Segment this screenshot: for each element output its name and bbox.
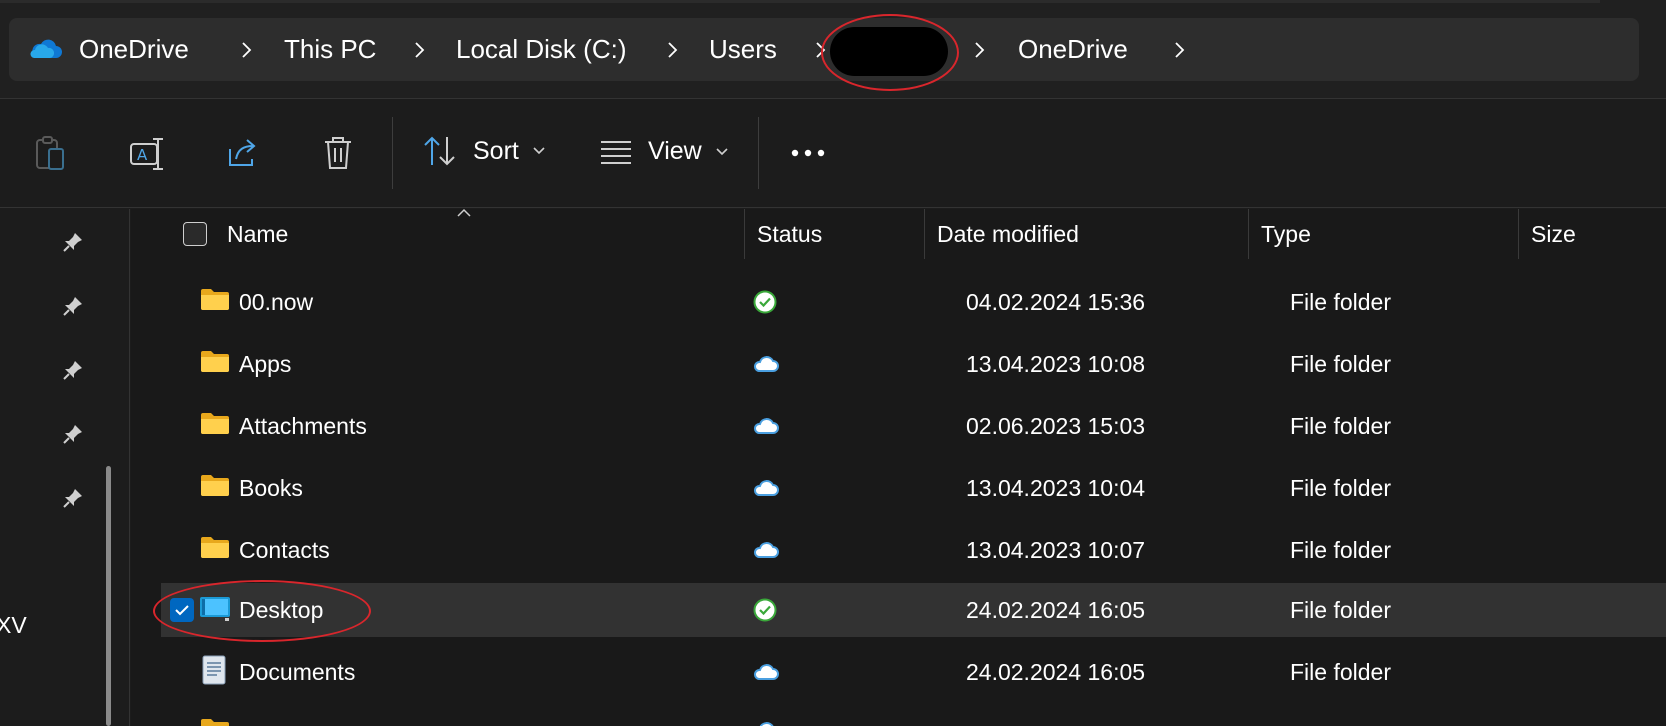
- pin-icon[interactable]: [62, 487, 84, 514]
- column-divider[interactable]: [1248, 209, 1249, 259]
- file-row[interactable]: Apps 13.04.2023 10:08 File folder: [160, 337, 1666, 391]
- breadcrumb-this-pc[interactable]: This PC: [284, 18, 376, 81]
- file-type: File folder: [1290, 475, 1391, 501]
- file-date: 13.04.2023 10:07: [966, 537, 1146, 563]
- file-date: 04.02.2024 15:36: [966, 289, 1146, 315]
- file-type: File folder: [1290, 351, 1391, 377]
- file-date: 02.06.2023 15:03: [966, 413, 1146, 439]
- file-name: Books: [239, 475, 303, 501]
- paste-icon[interactable]: [34, 135, 66, 173]
- file-row[interactable]: Documents 24.02.2024 16:05 File folder: [160, 645, 1666, 699]
- more-icon[interactable]: [791, 149, 825, 157]
- file-type: File folder: [1290, 289, 1391, 315]
- view-button[interactable]: View: [600, 137, 728, 166]
- cloud-only-icon: [753, 541, 779, 564]
- column-divider[interactable]: [924, 209, 925, 259]
- annotation-circle: [153, 580, 371, 642]
- title-strip: [0, 0, 1600, 3]
- chevron-down-icon: [533, 147, 545, 155]
- pin-icon[interactable]: [62, 359, 84, 386]
- sort-icon: [424, 136, 455, 166]
- toolbar-separator: [758, 117, 759, 189]
- folder-icon: [200, 535, 230, 564]
- select-all-checkbox[interactable]: [183, 222, 207, 246]
- file-name: Apps: [239, 351, 292, 377]
- command-bar: A Sort View: [0, 98, 1666, 208]
- file-row[interactable]: Contacts 13.04.2023 10:07 File folder: [160, 523, 1666, 577]
- file-list: Name Status Date modified Type Size 00.n…: [131, 208, 1666, 726]
- chevron-right-icon[interactable]: [240, 18, 252, 81]
- file-name: Attachments: [239, 413, 367, 439]
- file-date: 24.02.2024 16:05: [966, 659, 1146, 685]
- pin-icon[interactable]: [62, 423, 84, 450]
- chevron-right-icon[interactable]: [413, 18, 425, 81]
- column-header-row: Name Status Date modified Type Size: [131, 208, 1666, 259]
- file-row[interactable]: 00.now 04.02.2024 15:36 File folder: [160, 275, 1666, 329]
- file-date: 24.02.2024 16:05: [966, 597, 1146, 623]
- synced-check-icon: [753, 290, 777, 319]
- svg-text:A: A: [137, 146, 148, 164]
- file-name: Contacts: [239, 537, 330, 563]
- pin-icon[interactable]: [62, 295, 84, 322]
- breadcrumb-local-disk[interactable]: Local Disk (C:): [456, 18, 626, 81]
- file-type: File folder: [1290, 597, 1391, 623]
- toolbar-separator: [392, 117, 393, 189]
- column-divider[interactable]: [1518, 209, 1519, 259]
- nav-scrollbar[interactable]: [106, 466, 111, 726]
- folder-icon: [200, 717, 230, 726]
- file-name: 00.now: [239, 289, 314, 315]
- address-region: OneDrive This PC Local Disk (C:) Users O…: [0, 0, 1666, 98]
- file-type: File folder: [1290, 659, 1391, 685]
- column-name[interactable]: Name: [227, 209, 288, 259]
- folder-icon: [200, 473, 230, 502]
- folder-icon: [200, 349, 230, 378]
- sort-ascending-icon: [457, 205, 471, 223]
- folder-icon: [200, 287, 230, 316]
- sort-button[interactable]: Sort: [423, 135, 545, 167]
- onedrive-cloud-icon: [30, 38, 62, 65]
- annotation-circle: [821, 14, 959, 91]
- file-row[interactable]: Books 13.04.2023 10:04 File folder: [160, 461, 1666, 515]
- breadcrumb-users[interactable]: Users: [709, 18, 777, 81]
- chevron-down-icon: [716, 147, 728, 155]
- cloud-only-icon: [753, 417, 779, 440]
- delete-icon[interactable]: [322, 135, 354, 171]
- file-row-partial[interactable]: [160, 705, 1666, 726]
- file-type: File folder: [1290, 537, 1391, 563]
- column-divider[interactable]: [744, 209, 745, 259]
- file-name: Documents: [239, 659, 356, 685]
- file-date: 13.04.2023 10:08: [966, 351, 1146, 377]
- view-label: View: [648, 137, 702, 165]
- breadcrumb-onedrive[interactable]: OneDrive: [79, 18, 189, 81]
- cloud-only-icon: [753, 663, 779, 686]
- column-status[interactable]: Status: [757, 209, 822, 259]
- column-type[interactable]: Type: [1261, 209, 1311, 259]
- sort-label: Sort: [473, 136, 519, 165]
- column-date-modified[interactable]: Date modified: [937, 209, 1079, 259]
- file-row-selected[interactable]: Desktop 24.02.2024 16:05 File folder: [161, 583, 1666, 637]
- cloud-only-icon: [753, 355, 779, 378]
- documents-folder-icon: [202, 655, 226, 690]
- file-row[interactable]: Attachments 02.06.2023 15:03 File folder: [160, 399, 1666, 453]
- share-icon[interactable]: [226, 137, 260, 169]
- view-icon: [601, 140, 631, 164]
- pin-icon[interactable]: [62, 231, 84, 258]
- folder-icon: [200, 411, 230, 440]
- cloud-only-icon: [753, 721, 779, 726]
- chevron-right-icon[interactable]: [1173, 18, 1185, 81]
- nav-item-partial-label[interactable]: XV: [0, 612, 27, 639]
- synced-check-icon: [753, 598, 777, 627]
- cloud-only-icon: [753, 479, 779, 502]
- chevron-right-icon[interactable]: [973, 18, 985, 81]
- file-date: 13.04.2023 10:04: [966, 475, 1146, 501]
- column-size[interactable]: Size: [1531, 209, 1576, 259]
- breadcrumb-onedrive-folder[interactable]: OneDrive: [1018, 18, 1128, 81]
- file-type: File folder: [1290, 413, 1391, 439]
- rename-icon[interactable]: A: [129, 137, 165, 171]
- chevron-right-icon[interactable]: [666, 18, 678, 81]
